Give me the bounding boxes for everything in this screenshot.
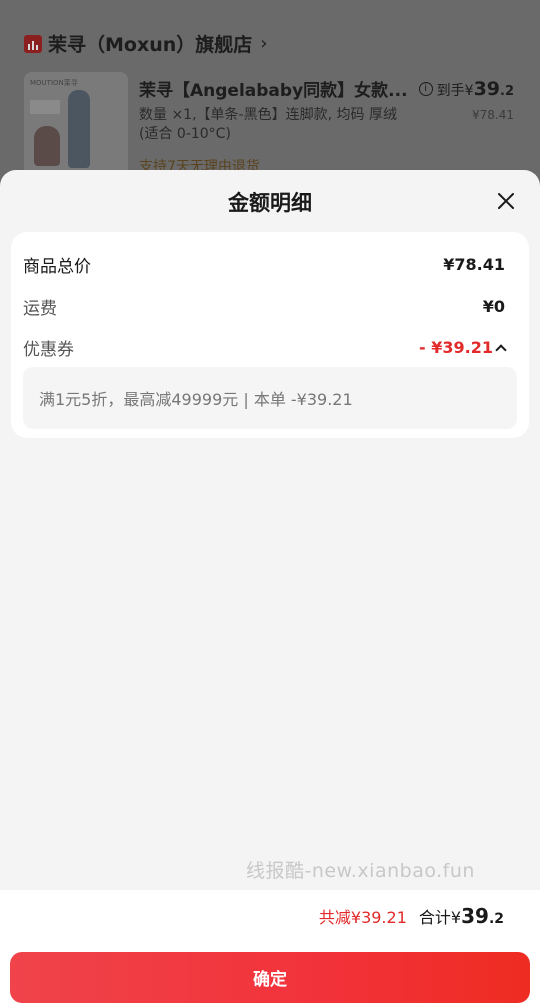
original-price: ¥78.41: [472, 108, 514, 122]
final-price: i 到手¥ 39 .2: [418, 78, 514, 100]
confirm-button[interactable]: 确定: [10, 952, 530, 1003]
shipping-value: ¥0: [482, 297, 505, 316]
shipping-label: 运费: [23, 299, 57, 319]
footer-bar: 共减¥39.21 合计 ¥ 39 .2 确定: [0, 890, 540, 1007]
store-icon: [24, 34, 42, 53]
amount-card: 商品总价 ¥78.41 运费 ¥0 优惠券 - ¥39.21 满1元5折，最高减…: [11, 232, 529, 438]
store-name: 茉寻（Moxun）旗舰店: [48, 34, 253, 56]
product-spec: 数量 ×1,【单条-黑色】连脚款, 均码 厚绒 (适合 0-10°C): [139, 107, 397, 142]
row-shipping: 运费 ¥0: [23, 294, 505, 319]
row-goods-total: 商品总价 ¥78.41: [23, 252, 505, 277]
info-icon: i: [418, 82, 433, 96]
total-label: 合计: [418, 908, 451, 927]
product-title: 茉寻【Angelababy同款】女款...: [139, 81, 408, 101]
total-summary: 共减¥39.21 合计 ¥ 39 .2: [318, 904, 504, 928]
watermark: 线报酷-new.xianbao.fun: [246, 860, 475, 882]
product-thumbnail: MOUTION茉寻: [24, 72, 128, 180]
coupon-label: 优惠券: [23, 340, 74, 360]
chevron-up-icon: [495, 343, 507, 356]
total-saved: 共减¥39.21: [318, 908, 407, 927]
goods-total-value: ¥78.41: [443, 255, 505, 274]
amount-detail-sheet: 金额明细 商品总价 ¥78.41 运费 ¥0 优惠券 - ¥39.21 满1元5…: [0, 170, 540, 1007]
close-icon[interactable]: [494, 189, 518, 213]
goods-total-label: 商品总价: [23, 257, 91, 277]
coupon-value[interactable]: - ¥39.21: [419, 338, 507, 357]
row-coupon[interactable]: 优惠券 - ¥39.21: [23, 335, 507, 360]
sheet-title: 金额明细: [228, 191, 312, 215]
coupon-detail: 满1元5折，最高减49999元 | 本单 -¥39.21: [23, 367, 517, 429]
store-header: 茉寻（Moxun）旗舰店 ›: [24, 30, 267, 57]
total-amount: 39: [461, 904, 489, 928]
thumbnail-brand-text: MOUTION茉寻: [30, 79, 78, 87]
chevron-right-icon: ›: [260, 33, 268, 54]
